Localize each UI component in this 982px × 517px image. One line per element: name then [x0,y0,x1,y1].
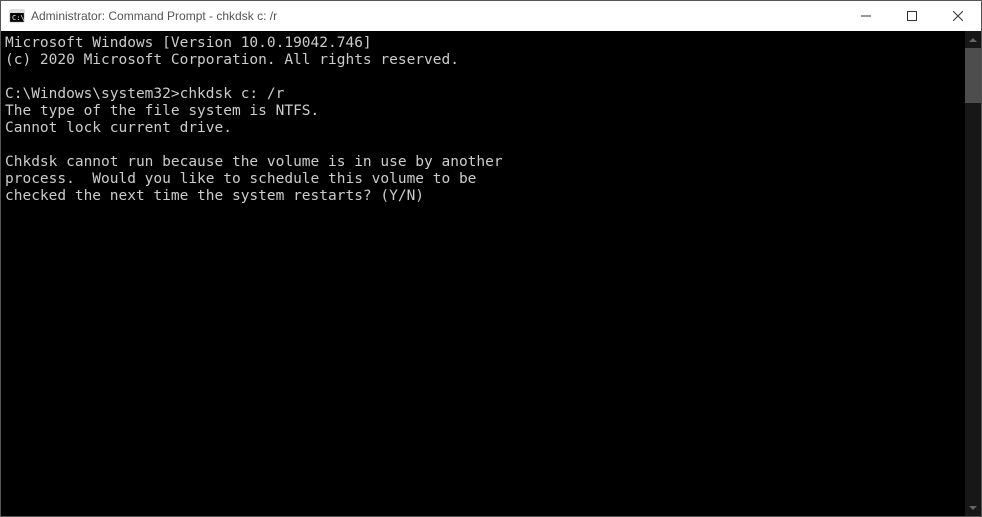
scrollbar-thumb[interactable] [965,48,981,103]
titlebar[interactable]: C:\ Administrator: Command Prompt - chkd… [1,1,981,31]
minimize-button[interactable] [843,1,889,31]
window-controls [843,1,981,31]
console-line: Microsoft Windows [Version 10.0.19042.74… [5,35,372,51]
console-body: Microsoft Windows [Version 10.0.19042.74… [1,31,981,516]
svg-text:C:\: C:\ [12,14,25,22]
console-line: (c) 2020 Microsoft Corporation. All righ… [5,52,459,68]
close-button[interactable] [935,1,981,31]
console-line: C:\Windows\system32>chkdsk c: /r [5,86,284,102]
vertical-scrollbar[interactable] [965,31,981,516]
console-output[interactable]: Microsoft Windows [Version 10.0.19042.74… [1,31,965,516]
console-line: process. Would you like to schedule this… [5,171,476,187]
console-line: checked the next time the system restart… [5,188,424,204]
console-line: The type of the file system is NTFS. [5,103,319,119]
console-line: Chkdsk cannot run because the volume is … [5,154,503,170]
window-title: Administrator: Command Prompt - chkdsk c… [31,9,277,23]
console-line: Cannot lock current drive. [5,120,232,136]
scrollbar-track[interactable] [965,48,981,499]
app-icon: C:\ [9,8,25,24]
scroll-up-button[interactable] [965,31,981,48]
scroll-down-button[interactable] [965,499,981,516]
maximize-button[interactable] [889,1,935,31]
